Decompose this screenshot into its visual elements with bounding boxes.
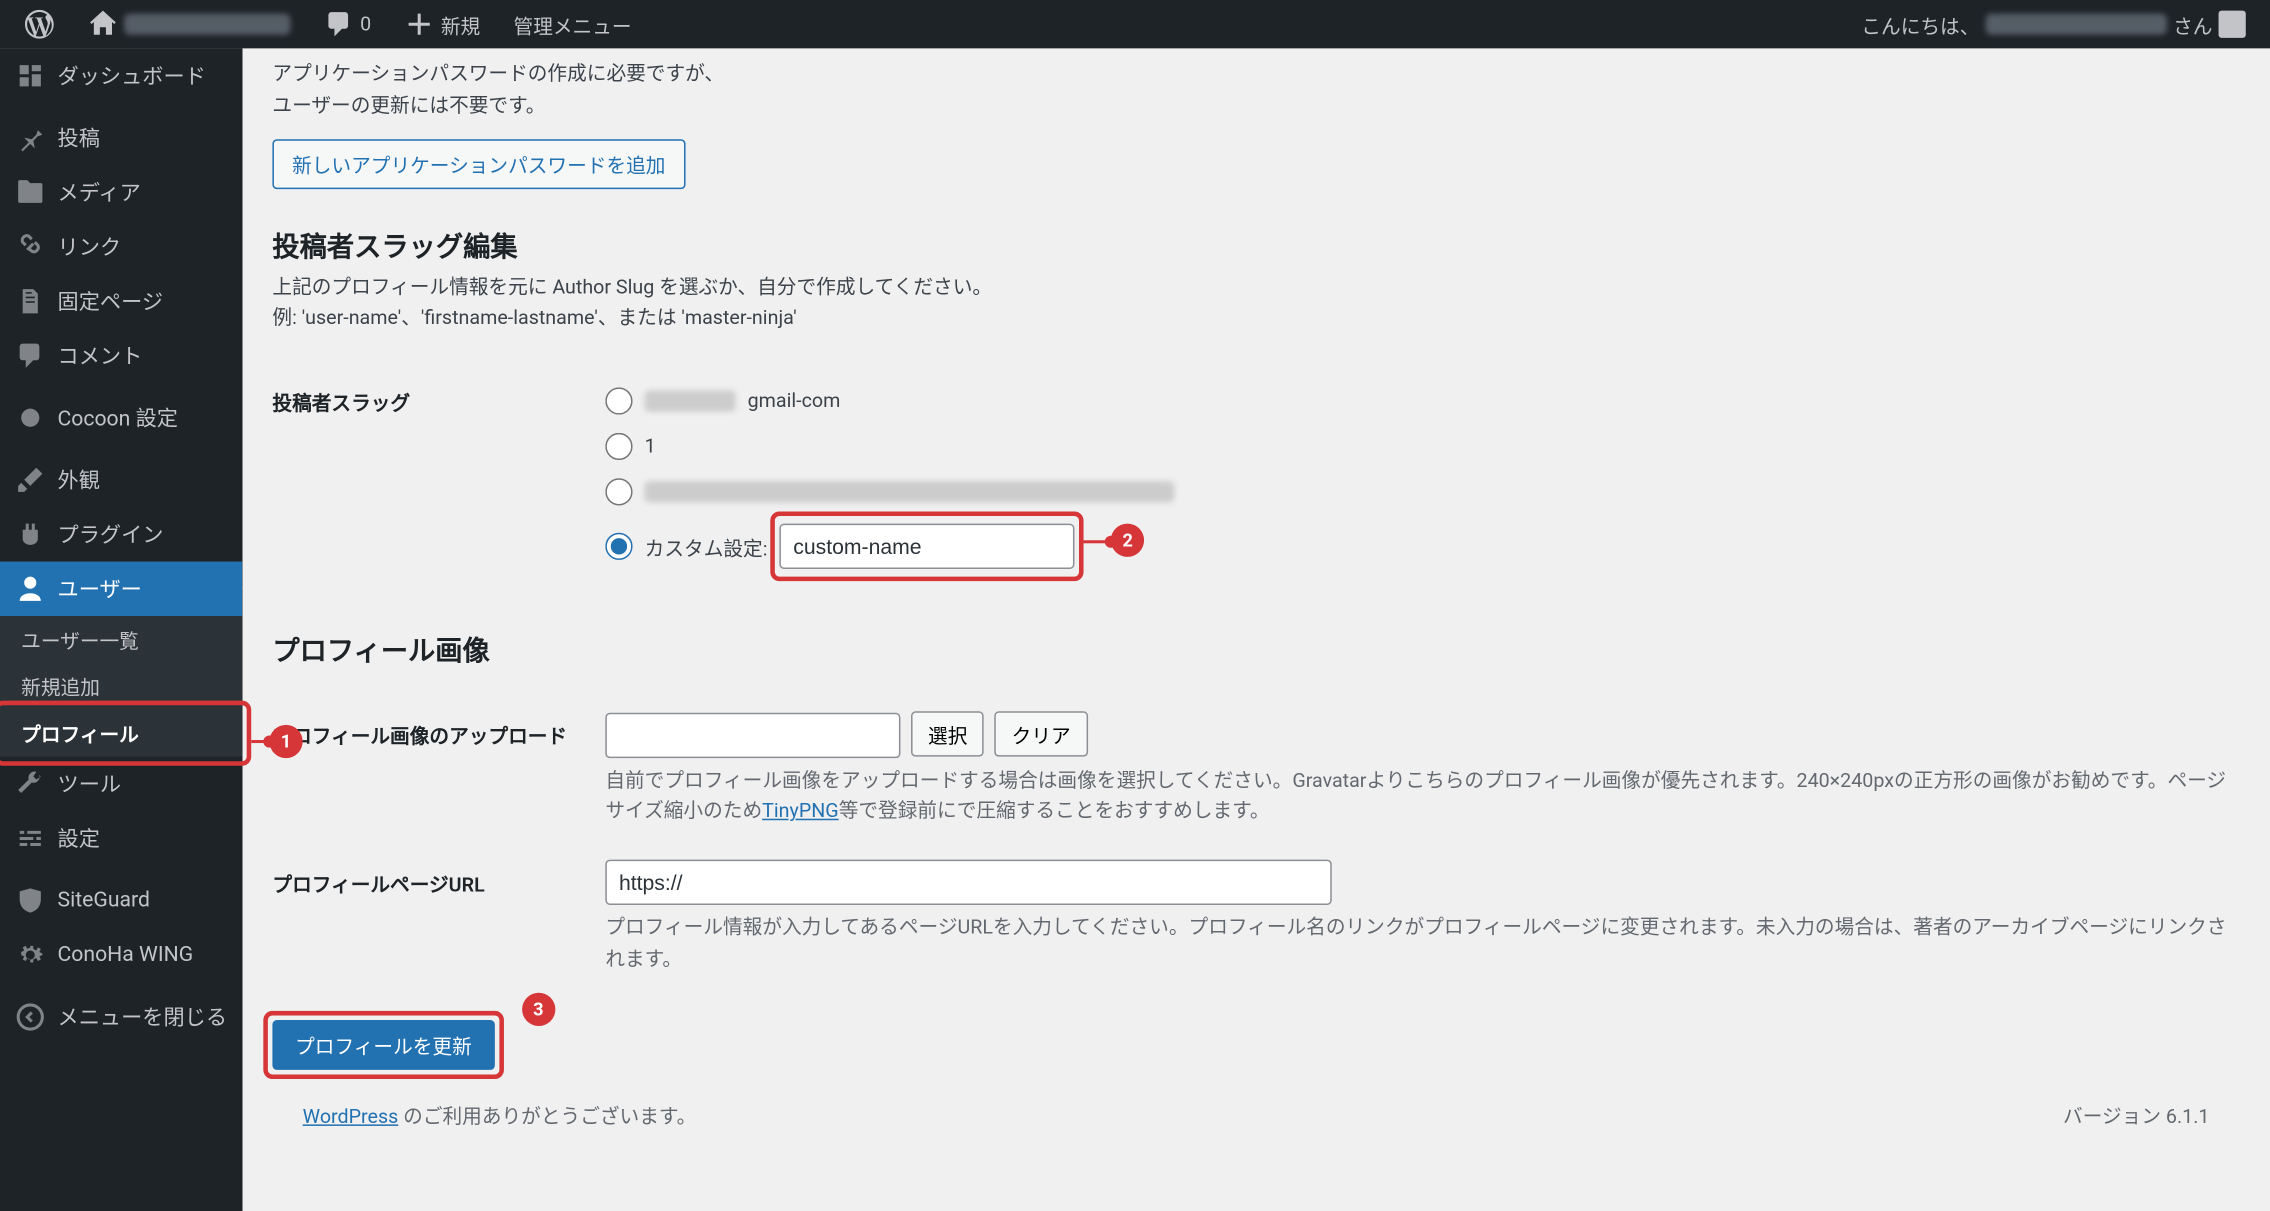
author-slug-title: 投稿者スラッグ編集 (272, 225, 2239, 264)
sidebar-item-posts[interactable]: 投稿 (0, 110, 242, 164)
submenu-users-list[interactable]: ユーザー一覧 (0, 616, 242, 663)
sidebar-item-appearance[interactable]: 外観 (0, 452, 242, 506)
sidebar-item-comments[interactable]: コメント (0, 328, 242, 382)
sidebar-item-cocoon[interactable]: Cocoon 設定 (0, 390, 242, 444)
profile-url-label: プロフィールページURL (272, 860, 605, 898)
media-icon (15, 177, 45, 207)
sidebar-item-plugins[interactable]: プラグイン (0, 507, 242, 561)
pin-icon (15, 123, 45, 153)
new-label: 新規 (441, 10, 480, 39)
version-text: バージョン 6.1.1 (2063, 1100, 2209, 1129)
sidebar-item-collapse[interactable]: メニューを閉じる (0, 990, 242, 1044)
select-image-button[interactable]: 選択 (911, 712, 984, 757)
wrench-icon (15, 769, 45, 799)
app-password-text: アプリケーションパスワードの作成に必要ですが、 ユーザーの更新には不要です。 (272, 48, 2239, 123)
shield-icon (15, 885, 45, 915)
comment-icon (324, 9, 354, 39)
collapse-icon (15, 1002, 45, 1032)
profile-url-input[interactable] (605, 860, 1331, 905)
slug-opt3-blur (645, 482, 1175, 503)
profile-image-title: プロフィール画像 (272, 630, 2239, 669)
brush-icon (15, 465, 45, 495)
sidebar-item-links[interactable]: リンク (0, 219, 242, 273)
plug-icon (15, 519, 45, 549)
slug-opt1-blur (645, 391, 736, 412)
plus-icon (405, 9, 435, 39)
submenu-users-profile[interactable]: プロフィール (0, 710, 242, 757)
slug-radio-1[interactable] (605, 388, 632, 415)
avatar (2219, 11, 2246, 38)
add-app-password-button[interactable]: 新しいアプリケーションパスワードを追加 (272, 139, 685, 189)
gear-icon (15, 940, 45, 970)
home-icon (88, 9, 118, 39)
upload-label: プロフィール画像のアップロード (272, 712, 605, 750)
profile-url-desc: プロフィール情報が入力してあるページURLを入力してください。プロフィール名のリ… (605, 914, 2239, 977)
sidebar-item-tools[interactable]: ツール (0, 757, 242, 811)
sidebar-item-dashboard[interactable]: ダッシュボード (0, 48, 242, 102)
submenu-users-new[interactable]: 新規追加 (0, 663, 242, 710)
comment-icon (15, 341, 45, 371)
update-profile-button[interactable]: プロフィールを更新 (272, 1020, 494, 1070)
slug-radio-3[interactable] (605, 478, 632, 505)
upload-desc: 自前でプロフィール画像をアップロードする場合は画像を選択してください。Grava… (605, 767, 2239, 830)
sidebar-item-pages[interactable]: 固定ページ (0, 274, 242, 328)
sidebar-item-siteguard[interactable]: SiteGuard (0, 873, 242, 927)
sidebar-item-users[interactable]: ユーザー (0, 561, 242, 615)
main-content: アプリケーションパスワードの作成に必要ですが、 ユーザーの更新には不要です。 新… (242, 48, 2270, 1210)
profile-image-input[interactable] (605, 712, 900, 757)
page-icon (15, 286, 45, 316)
site-home[interactable] (76, 0, 303, 48)
wordpress-link[interactable]: WordPress (303, 1106, 399, 1129)
sidebar-item-media[interactable]: メディア (0, 165, 242, 219)
user-name-blur (1985, 14, 2167, 35)
new-content[interactable]: 新規 (392, 0, 492, 48)
dashboard-icon (15, 61, 45, 91)
circle-icon (15, 403, 45, 433)
clear-image-button[interactable]: クリア (995, 712, 1087, 757)
user-greeting[interactable]: こんにちは、 さん (1849, 0, 2258, 48)
site-title-blur (124, 14, 290, 35)
sliders-icon (15, 823, 45, 853)
comments-count: 0 (360, 13, 371, 36)
author-slug-label: 投稿者スラッグ (272, 379, 605, 417)
custom-slug-input[interactable] (780, 524, 1075, 569)
wordpress-icon (24, 9, 54, 39)
admin-bar: 0 新規 管理メニュー こんにちは、 さん (0, 0, 2270, 48)
wp-logo[interactable] (12, 0, 66, 48)
users-submenu: ユーザー一覧 新規追加 プロフィール (0, 616, 242, 757)
comments-bubble[interactable]: 0 (312, 0, 384, 48)
user-icon (15, 574, 45, 604)
sidebar-item-settings[interactable]: 設定 (0, 811, 242, 865)
footer: WordPress のご利用ありがとうございます。 バージョン 6.1.1 (272, 1070, 2239, 1144)
admin-menu-link[interactable]: 管理メニュー (501, 0, 643, 48)
slug-radio-custom[interactable] (605, 533, 632, 560)
author-slug-desc: 上記のプロフィール情報を元に Author Slug を選ぶか、自分で作成してく… (272, 273, 2239, 336)
slug-radio-2[interactable] (605, 433, 632, 460)
sidebar-item-conoha[interactable]: ConoHa WING (0, 928, 242, 982)
link-icon (15, 232, 45, 262)
admin-sidebar: ダッシュボード 投稿 メディア リンク 固定ページ コメント (0, 48, 242, 1210)
tinypng-link[interactable]: TinyPNG (762, 801, 839, 824)
